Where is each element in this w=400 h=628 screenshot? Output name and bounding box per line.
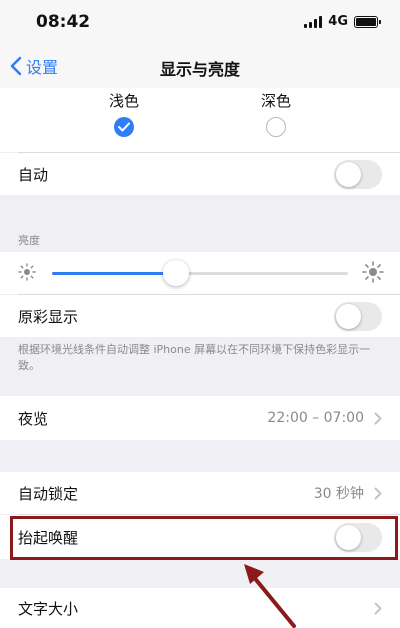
night-shift-row[interactable]: 夜览 22:00 – 07:00	[0, 396, 400, 440]
raise-to-wake-row: 抬起唤醒	[0, 515, 400, 559]
auto-lock-row[interactable]: 自动锁定 30 秒钟	[0, 472, 400, 514]
appearance-section: 浅色 深色	[0, 88, 400, 152]
appearance-option-dark[interactable]: 深色	[246, 90, 306, 137]
appearance-option-light[interactable]: 浅色	[94, 90, 154, 137]
annotation-arrow-icon	[244, 564, 296, 628]
true-tone-toggle[interactable]	[334, 301, 382, 331]
text-size-label: 文字大小	[18, 599, 79, 618]
auto-label: 自动	[18, 165, 49, 184]
checkmark-icon[interactable]	[114, 117, 134, 137]
chevron-right-icon	[374, 487, 382, 499]
sun-large-icon	[362, 261, 384, 283]
appearance-light-label: 浅色	[108, 92, 139, 110]
true-tone-label: 原彩显示	[18, 307, 79, 326]
status-indicators: 4G	[304, 14, 381, 29]
night-shift-value: 22:00 – 07:00	[267, 410, 364, 426]
brightness-row	[0, 252, 400, 294]
raise-to-wake-label: 抬起唤醒	[18, 528, 79, 547]
auto-lock-label: 自动锁定	[18, 484, 79, 503]
brightness-slider-thumb[interactable]	[163, 260, 190, 286]
night-shift-label: 夜览	[18, 409, 49, 428]
raise-to-wake-toggle[interactable]	[334, 522, 382, 552]
network-type: 4G	[328, 14, 348, 29]
auto-toggle[interactable]	[334, 159, 382, 189]
auto-lock-value: 30 秒钟	[313, 486, 364, 502]
navigation-bar: 设置 显示与亮度	[0, 44, 400, 88]
text-size-row[interactable]: 文字大小	[0, 588, 400, 628]
true-tone-footnote: 根据环境光线条件自动调整 iPhone 屏幕以在不同环境下保持色彩显示一致。	[18, 343, 371, 372]
brightness-slider-fill	[52, 272, 177, 275]
page-title: 显示与亮度	[159, 60, 240, 79]
brightness-header: 亮度	[18, 234, 40, 247]
chevron-right-icon	[374, 412, 382, 424]
cellular-signal-icon	[304, 15, 323, 28]
chevron-right-icon	[374, 602, 382, 614]
auto-row: 自动	[0, 153, 400, 195]
radio-unselected-icon[interactable]	[266, 117, 286, 137]
appearance-dark-label: 深色	[260, 92, 291, 110]
sun-small-icon	[18, 263, 36, 281]
status-bar: 08:42 4G	[0, 0, 400, 44]
battery-icon	[354, 15, 381, 28]
true-tone-row: 原彩显示	[0, 295, 400, 337]
status-time: 08:42	[36, 12, 91, 32]
